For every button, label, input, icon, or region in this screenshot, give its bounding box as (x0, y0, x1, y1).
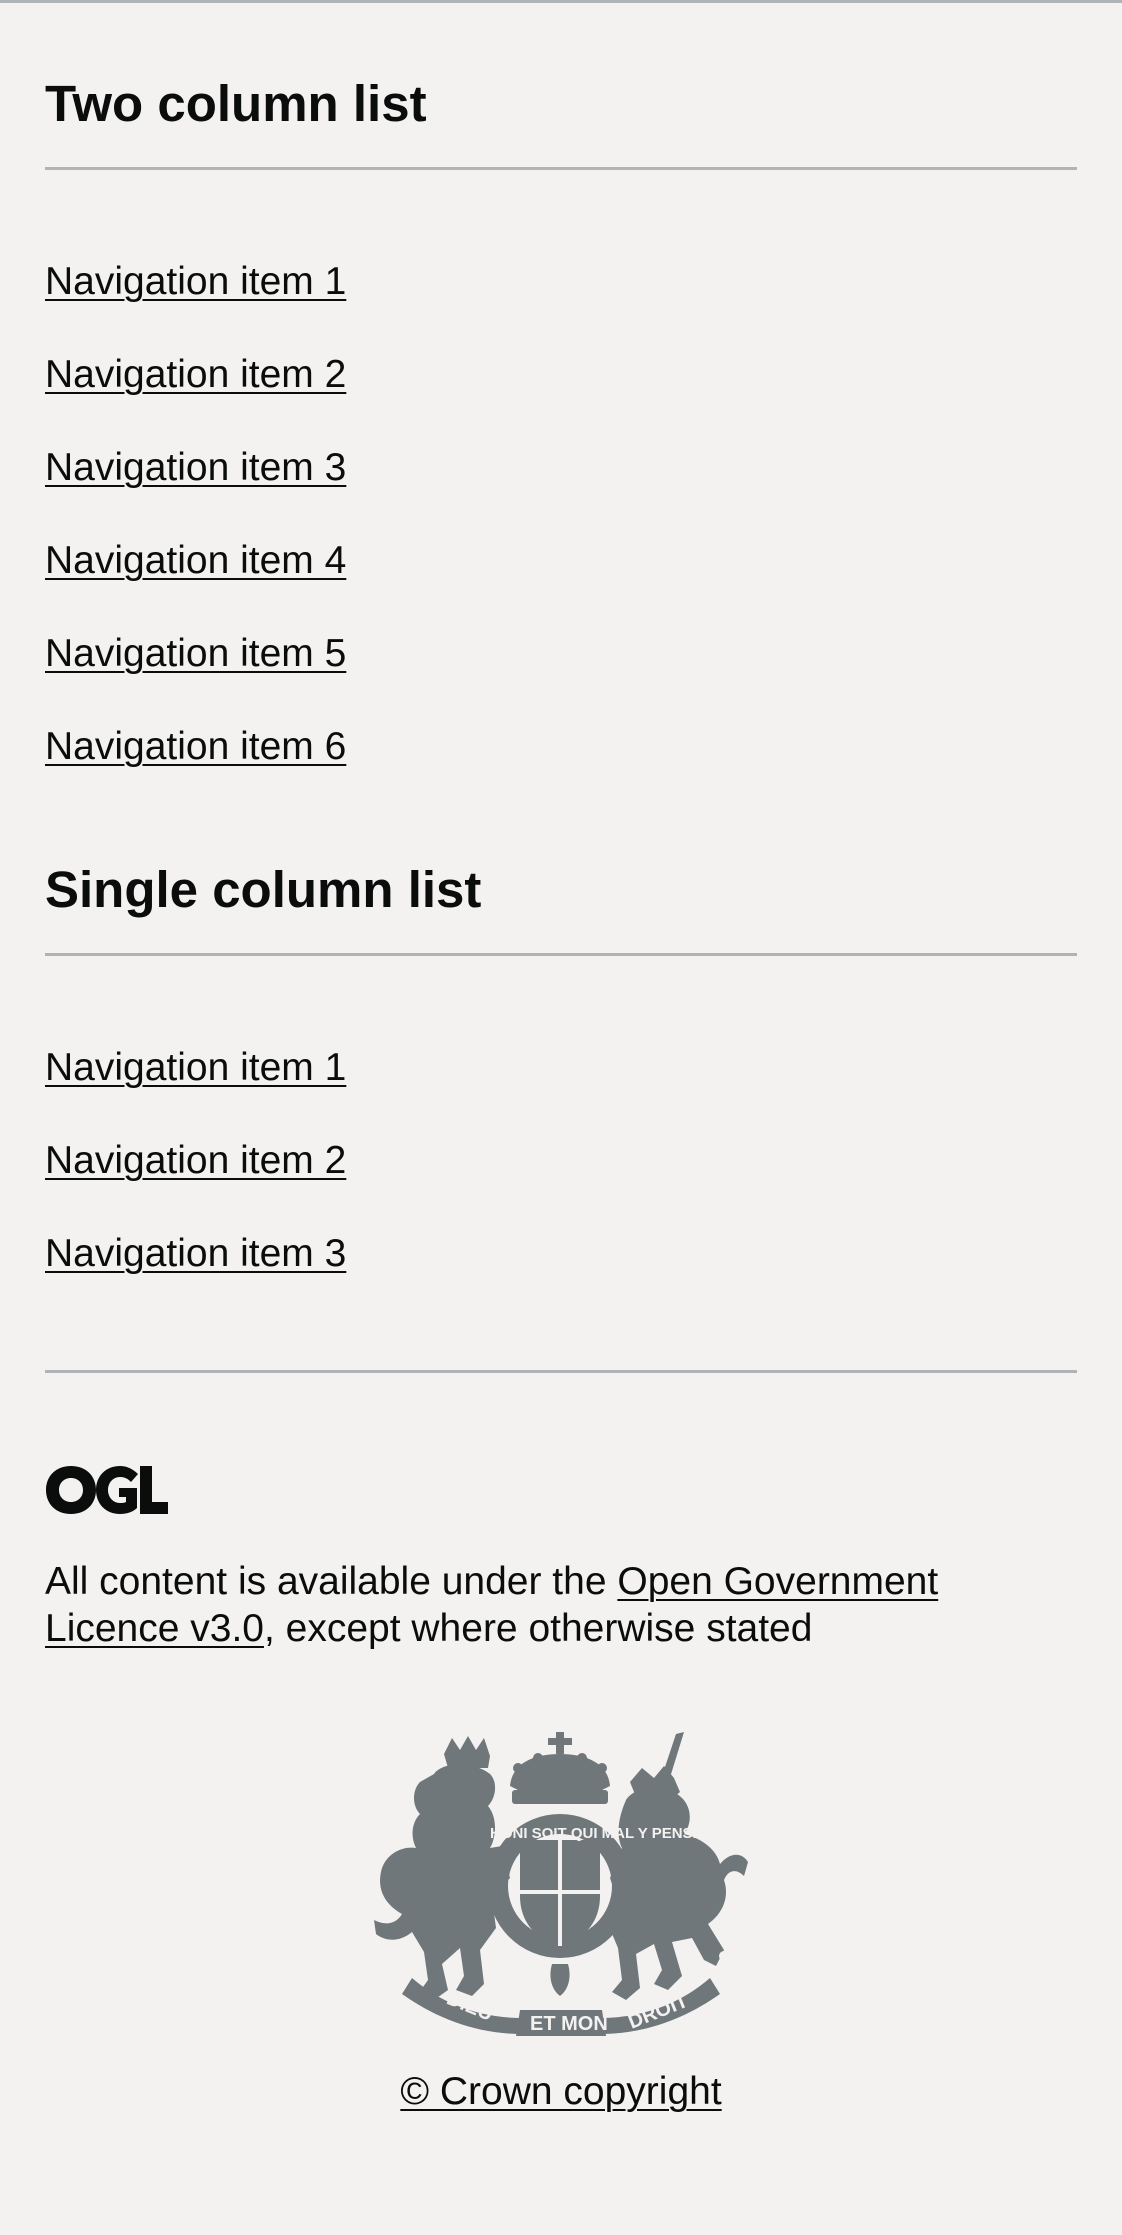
motto-right: DROIT (625, 1990, 691, 2034)
two-column-list: Navigation item 1 Navigation item 2 Navi… (45, 262, 346, 820)
section-divider (45, 167, 1077, 170)
nav-link[interactable]: Navigation item 6 (45, 727, 346, 766)
nav-link[interactable]: Navigation item 2 (45, 1141, 346, 1180)
section-divider (45, 953, 1077, 956)
list-item: Navigation item 1 (45, 262, 346, 355)
two-column-heading: Two column list (45, 75, 427, 132)
list-item: Navigation item 2 (45, 1141, 346, 1234)
single-column-list: Navigation item 1 Navigation item 2 Navi… (45, 1048, 346, 1327)
top-border (0, 0, 1122, 3)
nav-link[interactable]: Navigation item 1 (45, 1048, 346, 1087)
list-item: Navigation item 1 (45, 1048, 346, 1141)
licence-suffix: , except where otherwise stated (263, 1607, 813, 1650)
licence-prefix: All content is available under the (45, 1560, 618, 1603)
royal-coat-of-arms-icon: DIEU ET MON DROIT HONI SOIT QUI MAL Y PE… (374, 1732, 748, 2036)
licence-text: All content is available under the Open … (45, 1558, 1077, 1652)
single-column-heading: Single column list (45, 861, 482, 918)
list-item: Navigation item 5 (45, 634, 346, 727)
nav-link[interactable]: Navigation item 2 (45, 355, 346, 394)
nav-link[interactable]: Navigation item 4 (45, 541, 346, 580)
nav-link[interactable]: Navigation item 3 (45, 448, 346, 487)
nav-link[interactable]: Navigation item 3 (45, 1234, 346, 1273)
list-item: Navigation item 3 (45, 1234, 346, 1327)
list-item: Navigation item 4 (45, 541, 346, 634)
ogl-logo-icon (46, 1466, 168, 1514)
garter-motto: HONI SOIT QUI MAL Y PENSE (490, 1825, 703, 1842)
list-item: Navigation item 3 (45, 448, 346, 541)
nav-link[interactable]: Navigation item 5 (45, 634, 346, 673)
nav-link[interactable]: Navigation item 1 (45, 262, 346, 301)
crown-copyright-link[interactable]: © Crown copyright (400, 2070, 721, 2113)
motto-middle: ET MON (530, 2013, 608, 2035)
list-item: Navigation item 6 (45, 727, 346, 820)
copyright: © Crown copyright (0, 2072, 1122, 2111)
footer-divider (45, 1370, 1077, 1373)
list-item: Navigation item 2 (45, 355, 346, 448)
